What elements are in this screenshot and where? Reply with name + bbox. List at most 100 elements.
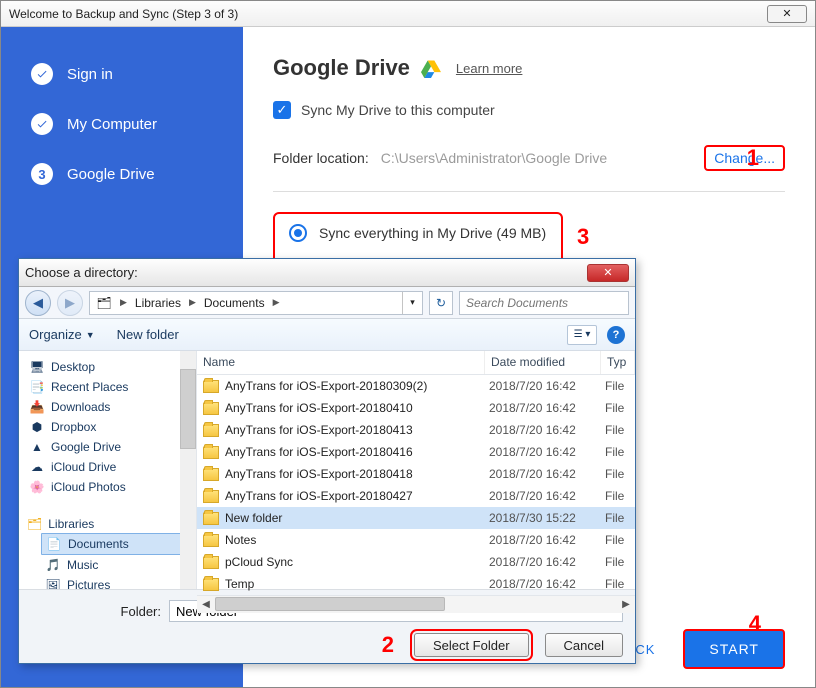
view-mode-button[interactable]: ☰ ▾ <box>567 325 597 345</box>
file-date: 2018/7/20 16:42 <box>485 555 601 569</box>
divider <box>273 191 785 192</box>
select-folder-button[interactable]: Select Folder <box>414 633 529 657</box>
file-type: File <box>601 489 635 503</box>
file-type: File <box>601 445 635 459</box>
dialog-title: Choose a directory: <box>25 265 138 280</box>
start-button[interactable]: START <box>683 629 785 669</box>
folder-label: Folder: <box>31 604 161 619</box>
table-row[interactable]: Notes2018/7/20 16:42File <box>197 529 635 551</box>
check-icon <box>31 113 53 135</box>
folder-location-label: Folder location: <box>273 150 369 166</box>
tree-item[interactable]: 🖥Desktop <box>29 357 196 377</box>
nav-back-button[interactable]: ◀ <box>25 290 51 316</box>
col-name[interactable]: Name <box>197 351 485 374</box>
breadcrumb-dropdown[interactable]: ▾ <box>402 292 422 314</box>
tree-scrollbar[interactable] <box>180 351 196 589</box>
nav-forward-button[interactable]: ▶ <box>57 290 83 316</box>
file-list: Name Date modified Typ AnyTrans for iOS-… <box>197 351 635 589</box>
folder-icon <box>203 556 219 569</box>
help-button[interactable]: ? <box>607 326 625 344</box>
tree-libraries[interactable]: 🗂Libraries <box>23 515 196 533</box>
scroll-left-icon[interactable]: ◀ <box>197 599 215 610</box>
file-date: 2018/7/20 16:42 <box>485 489 601 503</box>
gdrive-icon: ▲ <box>29 439 45 455</box>
table-row[interactable]: AnyTrans for iOS-Export-20180427 2018/7/2… <box>197 485 635 507</box>
page-title-text: Google Drive <box>273 55 410 81</box>
folder-icon <box>203 534 219 547</box>
search-input[interactable] <box>459 291 629 315</box>
file-name: AnyTrans for iOS-Export-20180427 <box>225 489 413 503</box>
cancel-button[interactable]: Cancel <box>545 633 623 657</box>
horizontal-scrollbar[interactable]: ◀ ▶ <box>197 595 635 613</box>
folder-icon <box>203 468 219 481</box>
file-date: 2018/7/30 15:22 <box>485 511 601 525</box>
tree-item[interactable]: 📄Documents <box>41 533 196 555</box>
dialog-close-button[interactable]: ✕ <box>587 264 629 282</box>
tree-item[interactable]: 🎵Music <box>41 555 196 575</box>
chevron-right-icon: ▶ <box>187 297 198 308</box>
libraries-icon: 🗂 <box>96 295 112 311</box>
scrollbar-thumb[interactable] <box>180 369 196 449</box>
file-name: AnyTrans for iOS-Export-20180418 <box>225 467 413 481</box>
library-icon: 🎵 <box>45 557 61 573</box>
radio-sync-everything[interactable]: Sync everything in My Drive (49 MB) <box>289 224 547 242</box>
col-type[interactable]: Typ <box>601 351 635 374</box>
table-row[interactable]: AnyTrans for iOS-Export-201804162018/7/2… <box>197 441 635 463</box>
table-row[interactable]: AnyTrans for iOS-Export-201804132018/7/2… <box>197 419 635 441</box>
tree-item[interactable]: ▲Google Drive <box>29 437 196 457</box>
dialog-navbar: ◀ ▶ 🗂 ▶ Libraries ▶ Documents ▶ ▾ ↻ <box>19 287 635 319</box>
tree-item[interactable]: 📑Recent Places <box>29 377 196 397</box>
chevron-down-icon: ▼ <box>86 330 95 340</box>
icloud-drive-icon: ☁ <box>29 459 45 475</box>
tree-item[interactable]: 📥Downloads <box>29 397 196 417</box>
check-icon <box>31 63 53 85</box>
recent-icon: 📑 <box>29 379 45 395</box>
sidebar-item-gdrive[interactable]: 3 Google Drive <box>1 149 243 199</box>
scrollbar-thumb[interactable] <box>215 597 445 611</box>
tree-item[interactable]: 🌸iCloud Photos <box>29 477 196 497</box>
nav-tree: 🖥Desktop📑Recent Places📥Downloads⬢Dropbox… <box>19 351 197 589</box>
file-date: 2018/7/20 16:42 <box>485 467 601 481</box>
table-row[interactable]: AnyTrans for iOS-Export-201804102018/7/2… <box>197 397 635 419</box>
sidebar-item-signin[interactable]: Sign in <box>1 49 243 99</box>
desktop-icon: 🖥 <box>29 359 45 375</box>
table-row[interactable]: Temp2018/7/20 16:42File <box>197 573 635 595</box>
sync-checkbox[interactable]: ✓ <box>273 101 291 119</box>
folder-icon <box>203 446 219 459</box>
file-name: AnyTrans for iOS-Export-20180309(2) <box>225 379 427 393</box>
table-row[interactable]: AnyTrans for iOS-Export-20180418 2018/7/2… <box>197 463 635 485</box>
file-type: File <box>601 533 635 547</box>
tree-label: Pictures <box>67 578 110 589</box>
organize-menu[interactable]: Organize ▼ <box>29 327 95 342</box>
tree-item[interactable]: ☁iCloud Drive <box>29 457 196 477</box>
sidebar-item-label: My Computer <box>67 116 157 133</box>
refresh-button[interactable]: ↻ <box>429 291 453 315</box>
new-folder-button[interactable]: New folder <box>117 327 179 342</box>
breadcrumb-segment[interactable]: Documents <box>198 292 271 314</box>
step-number-badge: 3 <box>31 163 53 185</box>
close-button[interactable]: ✕ <box>767 5 807 23</box>
dialog-toolbar: Organize ▼ New folder ☰ ▾ ? <box>19 319 635 351</box>
file-type: File <box>601 467 635 481</box>
table-row[interactable]: AnyTrans for iOS-Export-20180309(2)2018/… <box>197 375 635 397</box>
table-row[interactable]: New folder2018/7/30 15:22File <box>197 507 635 529</box>
folder-icon <box>203 424 219 437</box>
change-button[interactable]: Change... <box>704 145 785 171</box>
page-title: Google Drive Learn more <box>273 55 785 81</box>
tree-label: Documents <box>68 537 129 551</box>
tree-item[interactable]: 🖼Pictures <box>41 575 196 589</box>
breadcrumb[interactable]: 🗂 ▶ Libraries ▶ Documents ▶ ▾ <box>89 291 423 315</box>
tree-item[interactable]: ⬢Dropbox <box>29 417 196 437</box>
icloud-photos-icon: 🌸 <box>29 479 45 495</box>
table-row[interactable]: pCloud Sync2018/7/20 16:42File <box>197 551 635 573</box>
file-name: Notes <box>225 533 256 547</box>
learn-more-link[interactable]: Learn more <box>456 61 522 76</box>
breadcrumb-segment[interactable]: Libraries <box>129 292 187 314</box>
file-date: 2018/7/20 16:42 <box>485 577 601 591</box>
chevron-right-icon: ▶ <box>271 297 282 308</box>
col-date[interactable]: Date modified <box>485 351 601 374</box>
list-header[interactable]: Name Date modified Typ <box>197 351 635 375</box>
scroll-right-icon[interactable]: ▶ <box>617 599 635 610</box>
sidebar-item-mycomputer[interactable]: My Computer <box>1 99 243 149</box>
tree-label: Dropbox <box>51 420 96 434</box>
